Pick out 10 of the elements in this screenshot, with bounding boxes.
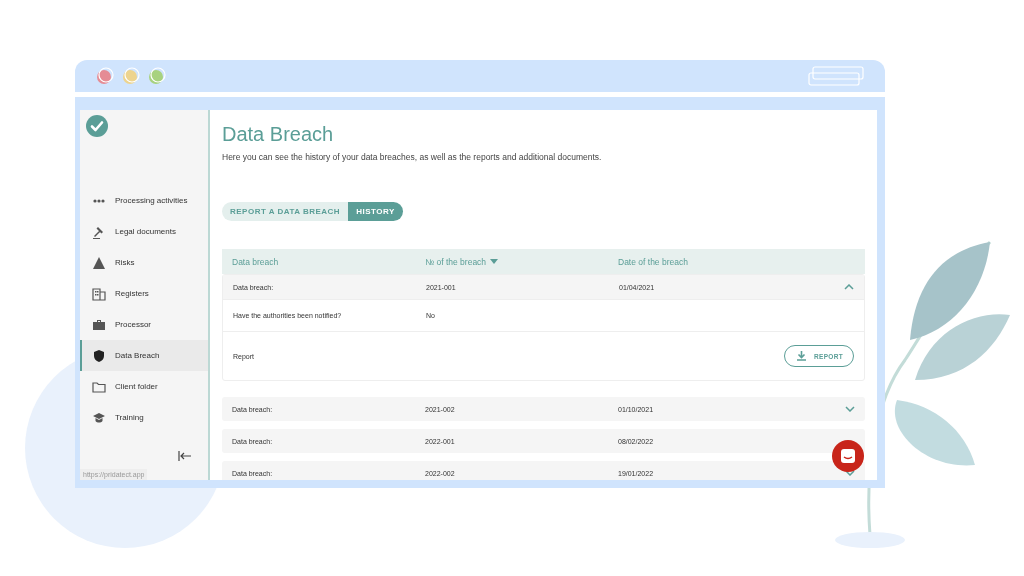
sidebar-item[interactable]: Processor (80, 309, 208, 340)
sidebar-item[interactable]: Training (80, 402, 208, 433)
sidebar-item[interactable]: Risks (80, 247, 208, 278)
sidebar-item[interactable]: Processing activities (80, 185, 208, 216)
sidebar-item[interactable]: Data Breach (80, 340, 208, 371)
page-title: Data Breach (222, 123, 335, 146)
sidebar-item[interactable]: Registers (80, 278, 208, 309)
sidebar-item[interactable]: Legal documents (80, 216, 208, 247)
sidebar-item[interactable]: Client folder (80, 371, 208, 402)
page-subtitle: Here you can see the history of your data breaches, as well as the reports and additional documents. (222, 152, 603, 162)
